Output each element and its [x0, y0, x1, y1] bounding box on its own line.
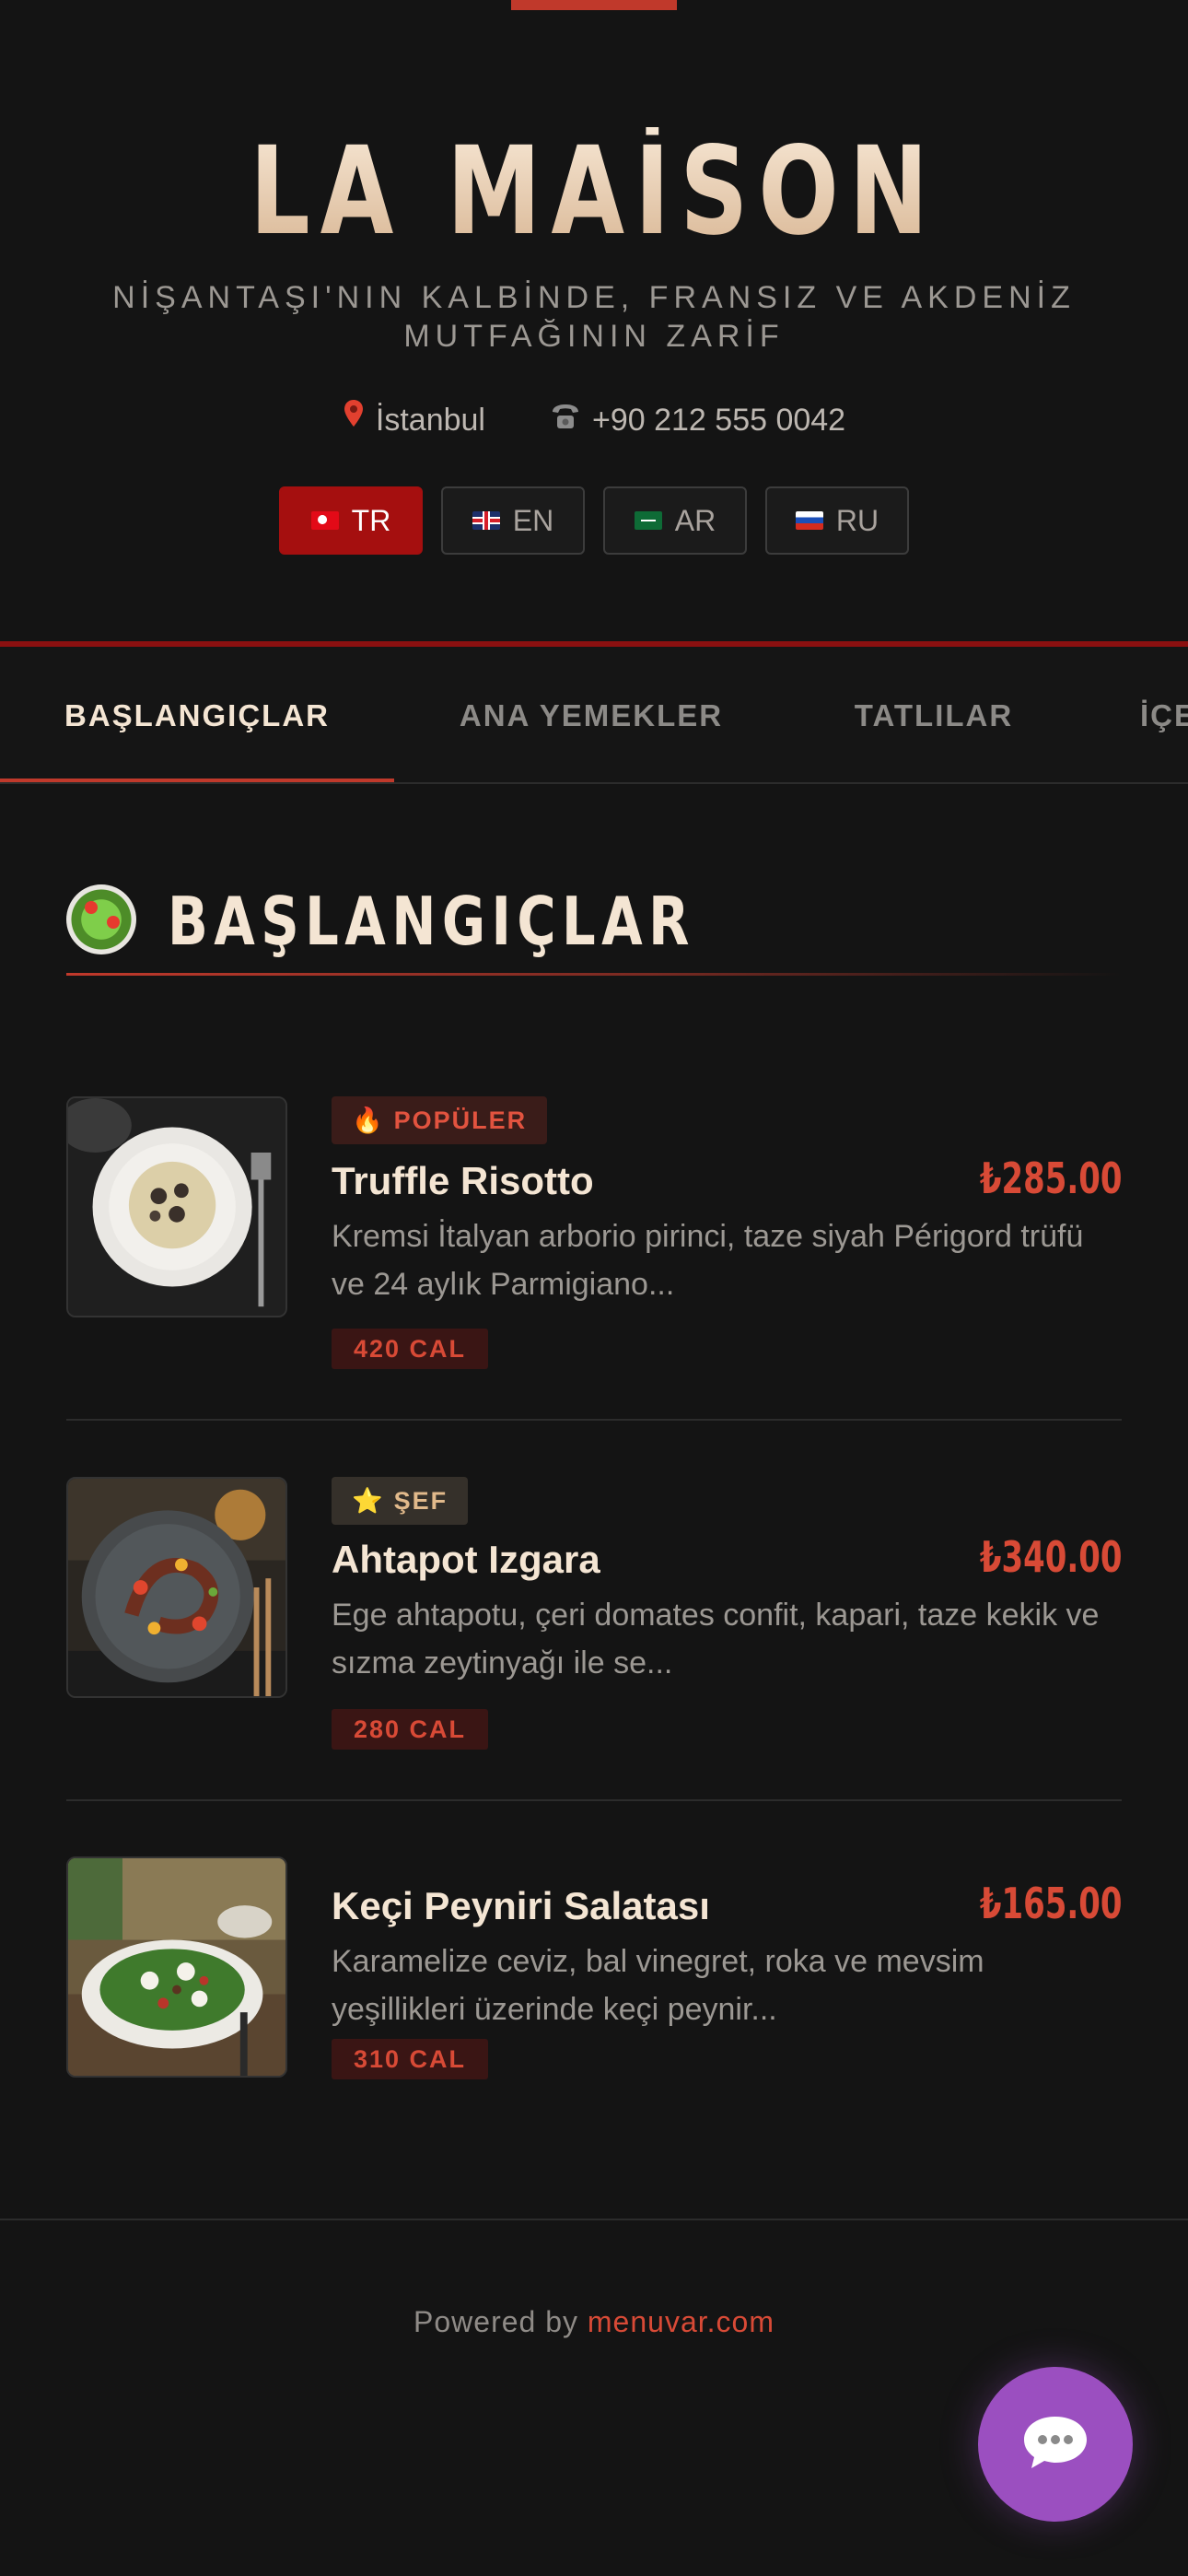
chef-badge: ⭐ ŞEF — [332, 1477, 469, 1525]
contact-info: İstanbul +90 212 555 0042 — [0, 398, 1188, 442]
map-pin-icon — [343, 398, 365, 442]
chat-button[interactable] — [978, 2367, 1133, 2522]
item-price: ₺165.00 — [979, 1879, 1122, 1928]
item-name: Keçi Peyniri Salatası — [332, 1884, 710, 1927]
calorie-badge: 310 CAL — [332, 2039, 489, 2079]
lang-label: AR — [674, 503, 716, 537]
item-divider — [66, 1799, 1122, 1801]
popular-badge: 🔥 POPÜLER — [332, 1096, 548, 1144]
location: İstanbul — [343, 398, 485, 442]
phone-text[interactable]: +90 212 555 0042 — [592, 398, 845, 442]
flag-russia-icon — [795, 511, 823, 530]
lang-button-en[interactable]: EN — [441, 486, 585, 555]
active-tab-indicator — [0, 779, 394, 782]
menu-item[interactable]: ⭐ ŞEF Ahtapot Izgara ₺340.00 Ege ahtapot… — [66, 1477, 1122, 1750]
item-price: ₺285.00 — [979, 1153, 1122, 1203]
dish-photo — [66, 1096, 287, 1317]
menu-item[interactable]: Keçi Peyniri Salatası ₺165.00 Karamelize… — [66, 1856, 1122, 2087]
flag-turkey-icon — [310, 511, 339, 530]
dish-photo — [66, 1856, 287, 2078]
item-name: Ahtapot Izgara — [332, 1538, 600, 1581]
lang-button-ru[interactable]: RU — [765, 486, 909, 555]
salad-icon — [66, 884, 136, 954]
badge-label: POPÜLER — [393, 1106, 528, 1134]
flag-saudi-icon — [634, 511, 662, 530]
badge-label: ŞEF — [393, 1486, 448, 1515]
restaurant-name: LA MAİSON — [131, 127, 1057, 256]
item-name: Truffle Risotto — [332, 1159, 594, 1202]
tab-tatlilar[interactable]: TATLILAR — [788, 647, 1079, 782]
location-text: İstanbul — [375, 403, 485, 438]
footer: Powered by menuvar.com — [0, 2305, 1188, 2339]
section-title: BAŞLANGIÇLAR — [168, 883, 695, 960]
top-accent-bar — [511, 0, 677, 10]
footer-divider — [0, 2219, 1188, 2220]
tab-ana-yemekler[interactable]: ANA YEMEKLER — [394, 647, 788, 782]
lang-label: TR — [351, 503, 391, 537]
lang-button-tr[interactable]: TR — [279, 486, 423, 555]
dish-photo — [66, 1477, 287, 1698]
category-tabs: BAŞLANGIÇLAR ANA YEMEKLER TATLILAR İÇECE… — [0, 641, 1188, 784]
lang-label: EN — [512, 503, 554, 537]
item-description: Karamelize ceviz, bal vinegret, roka ve … — [332, 1944, 984, 2027]
lang-label: RU — [835, 503, 879, 537]
calorie-badge: 280 CAL — [332, 1709, 489, 1750]
phone[interactable]: +90 212 555 0042 — [550, 398, 845, 442]
powered-by-text: Powered by — [413, 2305, 578, 2338]
flag-uk-icon — [472, 511, 500, 530]
tab-icecekler[interactable]: İÇECEKLER — [1140, 647, 1188, 782]
restaurant-tagline: NİŞANTAŞI'NIN KALBİNDE, FRANSIZ VE AKDEN… — [112, 280, 1076, 354]
language-switcher: TR EN AR RU — [0, 486, 1188, 555]
menu-item[interactable]: 🔥 POPÜLER Truffle Risotto ₺285.00 Kremsi… — [66, 1096, 1122, 1369]
section-header: BAŞLANGIÇLAR — [66, 877, 1122, 978]
section-divider — [66, 973, 1122, 976]
item-description: Kremsi İtalyan arborio pirinci, taze siy… — [332, 1219, 1084, 1302]
telephone-icon — [550, 398, 581, 442]
fire-icon: 🔥 — [352, 1107, 385, 1134]
item-description: Ege ahtapotu, çeri domates confit, kapar… — [332, 1598, 1100, 1680]
chat-bubble-icon — [1020, 2413, 1090, 2476]
tab-baslangiclar[interactable]: BAŞLANGIÇLAR — [0, 647, 394, 782]
star-icon: ⭐ — [352, 1487, 385, 1515]
item-price: ₺340.00 — [979, 1532, 1122, 1582]
calorie-badge: 420 CAL — [332, 1329, 489, 1369]
menuvar-link[interactable]: menuvar.com — [588, 2305, 775, 2338]
lang-button-ar[interactable]: AR — [603, 486, 747, 555]
item-divider — [66, 1419, 1122, 1421]
